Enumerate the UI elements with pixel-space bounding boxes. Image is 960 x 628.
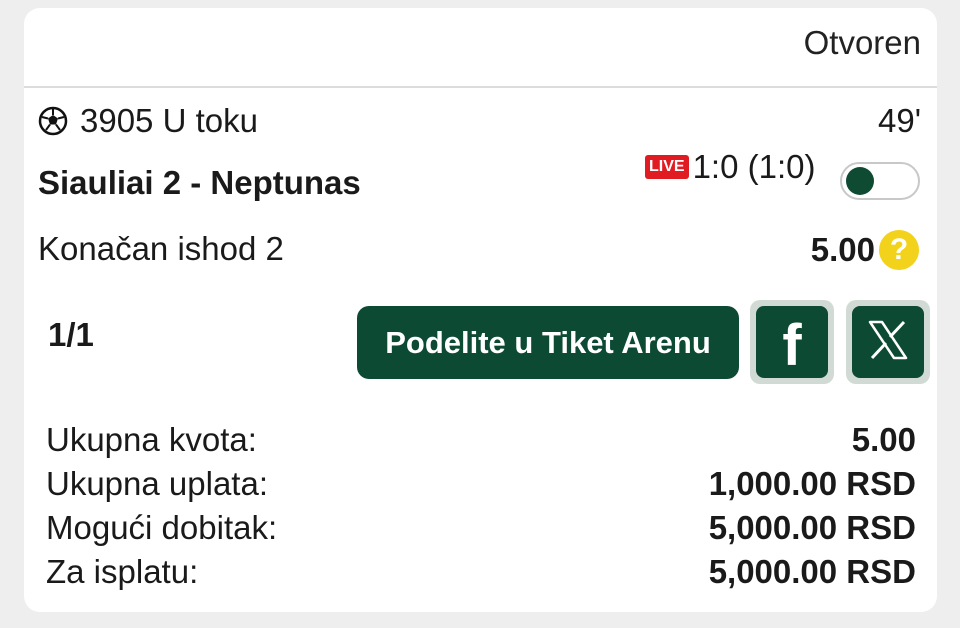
total-odds-value: 5.00: [851, 421, 916, 458]
live-badge: LIVE: [645, 155, 689, 179]
toggle-knob: [846, 167, 874, 195]
odd-value: 5.00: [810, 231, 875, 268]
possible-win-value: 5,000.00 RSD: [708, 509, 916, 546]
match-title: Siauliai 2 - Neptunas: [38, 164, 361, 201]
score: 1:0 (1:0): [692, 148, 816, 185]
share-tiket-arena-button[interactable]: Podelite u Tiket Arenu: [357, 306, 739, 379]
ticket-status: Otvoren: [803, 24, 921, 61]
divider: [24, 86, 937, 88]
live-score: LIVE 1:0 (1:0): [645, 148, 815, 186]
match-minute: 49': [877, 102, 921, 139]
facebook-icon: f: [782, 313, 802, 378]
x-icon: [866, 318, 910, 367]
odd-wrap: 5.00 ?: [811, 230, 919, 270]
event-info: 3905 U toku: [38, 102, 258, 140]
total-stake-row: Ukupna uplata: 1,000.00 RSD: [46, 462, 916, 506]
total-stake-value: 1,000.00 RSD: [708, 465, 916, 502]
soccer-ball-icon: [38, 106, 68, 136]
total-stake-label: Ukupna uplata:: [46, 465, 268, 502]
payout-value: 5,000.00 RSD: [708, 553, 916, 590]
possible-win-label: Mogući dobitak:: [46, 509, 278, 546]
help-icon[interactable]: ?: [879, 230, 919, 270]
totals: Ukupna kvota: 5.00 Ukupna uplata: 1,000.…: [46, 418, 916, 594]
payout-label: Za isplatu:: [46, 553, 199, 590]
facebook-share-button[interactable]: f: [750, 300, 834, 384]
payout-row: Za isplatu: 5,000.00 RSD: [46, 550, 916, 594]
total-odds-label: Ukupna kvota:: [46, 421, 257, 458]
ticket-card: Otvoren 3905 U toku 49' Siauliai 2 - Nep…: [24, 8, 937, 612]
event-id-status: 3905 U toku: [80, 102, 258, 139]
x-share-button[interactable]: [846, 300, 930, 384]
possible-win-row: Mogući dobitak: 5,000.00 RSD: [46, 506, 916, 550]
ticket-count: 1/1: [48, 316, 94, 353]
total-odds-row: Ukupna kvota: 5.00: [46, 418, 916, 462]
toggle-switch[interactable]: [840, 162, 920, 200]
market-label: Konačan ishod 2: [38, 230, 284, 267]
